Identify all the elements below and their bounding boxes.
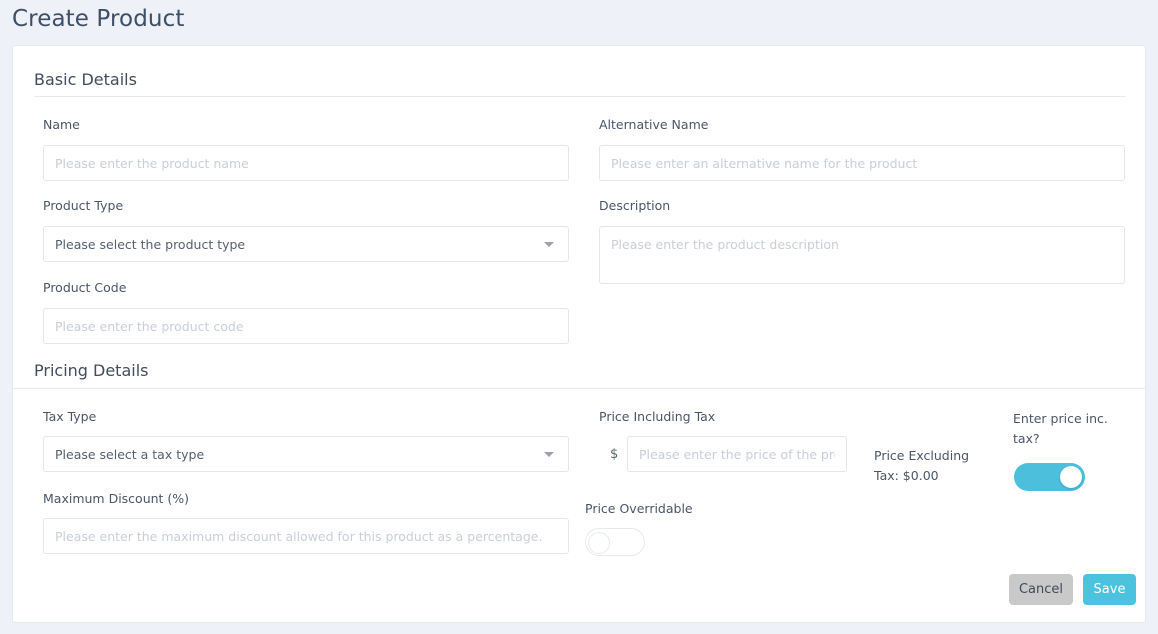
- section-divider-basic-details: [34, 96, 1126, 97]
- label-price-including-tax: Price Including Tax: [599, 409, 716, 424]
- tax-type-select[interactable]: Please select a tax type: [43, 436, 569, 472]
- product-code-input[interactable]: [43, 308, 569, 344]
- description-textarea[interactable]: [599, 226, 1125, 284]
- label-price-overridable: Price Overridable: [585, 501, 693, 516]
- label-product-type: Product Type: [43, 198, 124, 213]
- label-alternative-name: Alternative Name: [599, 117, 709, 132]
- product-type-selected-value: Please select the product type: [55, 236, 246, 252]
- label-description: Description: [599, 198, 671, 213]
- price-including-tax-input[interactable]: [627, 436, 847, 472]
- label-enter-price-inc-tax: Enter price inc. tax?: [1013, 411, 1108, 446]
- alternative-name-input[interactable]: [599, 145, 1125, 181]
- save-button[interactable]: Save: [1083, 574, 1136, 605]
- product-type-select[interactable]: Please select the product type: [43, 226, 569, 262]
- enter-price-inc-tax-toggle[interactable]: [1014, 463, 1085, 491]
- toggle-knob: [1060, 466, 1082, 488]
- name-input[interactable]: [43, 145, 569, 181]
- label-name: Name: [43, 117, 80, 132]
- form-card: Basic Details Name Alternative Name Prod…: [12, 45, 1146, 623]
- page-title: Create Product: [12, 6, 185, 32]
- create-product-page: Create Product Basic Details Name Altern…: [0, 0, 1158, 634]
- currency-symbol: $: [610, 447, 619, 462]
- chevron-down-icon: [544, 241, 554, 247]
- maximum-discount-input[interactable]: [43, 518, 569, 554]
- price-overridable-toggle[interactable]: [585, 528, 645, 556]
- section-divider-pricing-details: [13, 388, 1145, 389]
- cancel-button[interactable]: Cancel: [1009, 574, 1073, 605]
- toggle-knob: [588, 532, 610, 554]
- section-title-pricing-details: Pricing Details: [34, 361, 149, 380]
- label-tax-type: Tax Type: [43, 409, 97, 424]
- price-excluding-tax-value: Price Excluding Tax: $0.00: [874, 448, 970, 483]
- section-title-basic-details: Basic Details: [34, 70, 137, 89]
- label-product-code: Product Code: [43, 280, 127, 295]
- tax-type-selected-value: Please select a tax type: [55, 446, 205, 462]
- label-maximum-discount: Maximum Discount (%): [43, 491, 190, 506]
- chevron-down-icon: [544, 451, 554, 457]
